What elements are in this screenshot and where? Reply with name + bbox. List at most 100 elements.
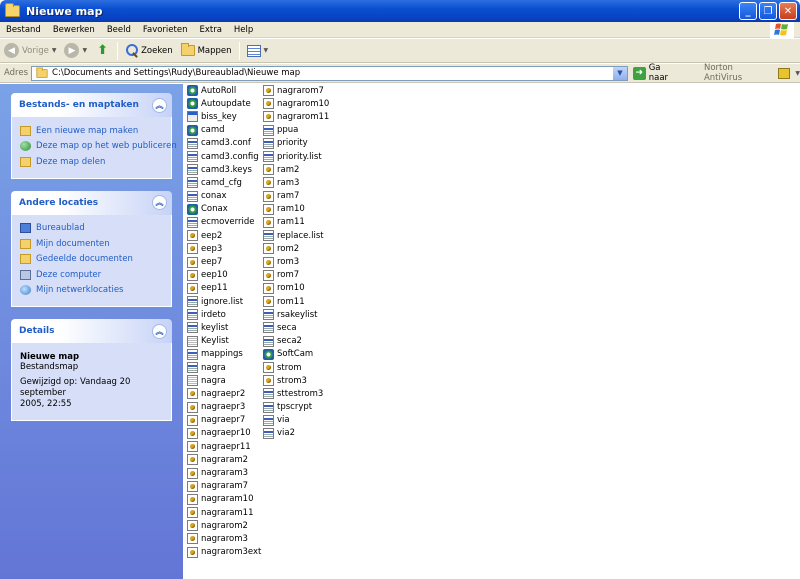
file-item[interactable]: nagraram2 (187, 453, 261, 466)
file-item[interactable]: priority.list (263, 150, 329, 163)
network-icon (20, 285, 31, 296)
place-shared-documents[interactable]: Gedeelde documenten (20, 252, 163, 268)
file-item[interactable]: Keylist (187, 335, 261, 348)
file-item[interactable]: ignore.list (187, 295, 261, 308)
file-item[interactable]: camd (187, 124, 261, 137)
maximize-button[interactable]: ❐ (759, 2, 777, 20)
file-item[interactable]: strom3 (263, 374, 329, 387)
address-input[interactable]: C:\Documents and Settings\Rudy\Bureaubla… (31, 65, 628, 81)
title-bar[interactable]: Nieuwe map _ ❐ ✕ (0, 0, 800, 22)
file-item[interactable]: rsakeylist (263, 308, 329, 321)
file-item[interactable]: nagrarom3 (187, 532, 261, 545)
file-item[interactable]: nagraram3 (187, 466, 261, 479)
menu-favorieten[interactable]: Favorieten (137, 25, 194, 35)
file-item[interactable]: ram11 (263, 216, 329, 229)
up-button[interactable]: ⬆ (91, 41, 114, 61)
file-item[interactable]: rom3 (263, 255, 329, 268)
file-tasks-header[interactable]: Bestands- en maptaken ︽ (11, 93, 172, 117)
file-item[interactable]: AutoRoll (187, 84, 261, 97)
file-item[interactable]: strom (263, 361, 329, 374)
search-button[interactable]: Zoeken (121, 41, 177, 61)
task-new-folder[interactable]: Een nieuwe map maken (20, 123, 163, 139)
minimize-button[interactable]: _ (739, 2, 757, 20)
place-my-computer[interactable]: Deze computer (20, 267, 163, 283)
file-item[interactable]: via (263, 414, 329, 427)
file-item[interactable]: nagrarom10 (263, 97, 329, 110)
file-item[interactable]: eep7 (187, 255, 261, 268)
file-item[interactable]: nagrarom11 (263, 110, 329, 123)
menu-bewerken[interactable]: Bewerken (47, 25, 101, 35)
file-item[interactable]: nagrarom7 (263, 84, 329, 97)
file-item[interactable]: nagrarom3ext (187, 546, 261, 559)
collapse-icon[interactable]: ︽ (152, 195, 167, 210)
file-item[interactable]: nagrarom2 (187, 519, 261, 532)
file-item[interactable]: rom11 (263, 295, 329, 308)
file-item[interactable]: rom2 (263, 242, 329, 255)
file-item[interactable]: ppua (263, 124, 329, 137)
file-item[interactable]: keylist (187, 321, 261, 334)
file-item[interactable]: nagraepr7 (187, 414, 261, 427)
task-share-folder[interactable]: Deze map delen (20, 154, 163, 170)
place-my-documents[interactable]: Mijn documenten (20, 236, 163, 252)
file-item[interactable]: camd3.conf (187, 137, 261, 150)
file-item[interactable]: ram10 (263, 203, 329, 216)
task-publish-web[interactable]: Deze map op het web publiceren (20, 139, 177, 155)
file-item[interactable]: ram7 (263, 190, 329, 203)
file-item[interactable]: conax (187, 190, 261, 203)
file-item[interactable]: ecmoverride (187, 216, 261, 229)
file-item[interactable]: camd3.keys (187, 163, 261, 176)
menu-help[interactable]: Help (228, 25, 259, 35)
file-item[interactable]: irdeto (187, 308, 261, 321)
file-item[interactable]: mappings (187, 348, 261, 361)
back-button[interactable]: ◀ Vorige ▼ (0, 41, 60, 61)
details-header[interactable]: Details ︽ (11, 319, 172, 343)
file-item[interactable]: Autoupdate (187, 97, 261, 110)
norton-antivirus-toolbar[interactable]: Norton AntiVirus ▼ (704, 63, 800, 83)
views-button[interactable]: ▼ (243, 41, 273, 61)
file-item[interactable]: priority (263, 137, 329, 150)
file-item[interactable]: tpscrypt (263, 401, 329, 414)
file-item[interactable]: ram2 (263, 163, 329, 176)
folders-button[interactable]: Mappen (177, 41, 236, 61)
chevron-down-icon[interactable]: ▼ (612, 66, 627, 80)
file-item[interactable]: nagraram11 (187, 506, 261, 519)
file-item[interactable]: nagraram7 (187, 480, 261, 493)
file-item[interactable]: eep2 (187, 229, 261, 242)
collapse-icon[interactable]: ︽ (152, 323, 167, 339)
file-item[interactable]: eep3 (187, 242, 261, 255)
go-button[interactable]: ➜ Ga naar (632, 63, 682, 83)
menu-bestand[interactable]: Bestand (0, 25, 47, 35)
file-item[interactable]: rom7 (263, 269, 329, 282)
file-item[interactable]: nagraepr2 (187, 387, 261, 400)
file-list[interactable]: AutoRoll Autoupdate biss_key camd camd3.conf… (187, 84, 800, 579)
file-item[interactable]: camd_cfg (187, 176, 261, 189)
close-button[interactable]: ✕ (779, 2, 797, 20)
file-item[interactable]: nagraepr10 (187, 427, 261, 440)
file-item[interactable]: rom10 (263, 282, 329, 295)
file-item[interactable]: seca (263, 321, 329, 334)
place-network[interactable]: Mijn netwerklocaties (20, 283, 163, 299)
file-item[interactable]: biss_key (187, 110, 261, 123)
file-item[interactable]: SoftCam (263, 348, 329, 361)
collapse-icon[interactable]: ︽ (152, 97, 167, 113)
file-item[interactable]: nagra (187, 361, 261, 374)
file-item[interactable]: nagraepr3 (187, 401, 261, 414)
file-item[interactable]: eep11 (187, 282, 261, 295)
menu-extra[interactable]: Extra (193, 25, 227, 35)
menu-beeld[interactable]: Beeld (101, 25, 137, 35)
forward-button[interactable]: ▶ ▼ (60, 41, 91, 61)
file-item[interactable]: Conax (187, 203, 261, 216)
text-icon (187, 335, 198, 347)
file-item[interactable]: seca2 (263, 335, 329, 348)
file-item[interactable]: nagraepr11 (187, 440, 261, 453)
file-item[interactable]: sttestrom3 (263, 387, 329, 400)
other-places-header[interactable]: Andere locaties ︽ (11, 190, 172, 215)
place-desktop[interactable]: Bureaublad (20, 221, 163, 237)
file-item[interactable]: camd3.config (187, 150, 261, 163)
file-item[interactable]: eep10 (187, 269, 261, 282)
file-item[interactable]: replace.list (263, 229, 329, 242)
file-item[interactable]: via2 (263, 427, 329, 440)
file-item[interactable]: nagra (187, 374, 261, 387)
file-item[interactable]: ram3 (263, 176, 329, 189)
file-item[interactable]: nagraram10 (187, 493, 261, 506)
